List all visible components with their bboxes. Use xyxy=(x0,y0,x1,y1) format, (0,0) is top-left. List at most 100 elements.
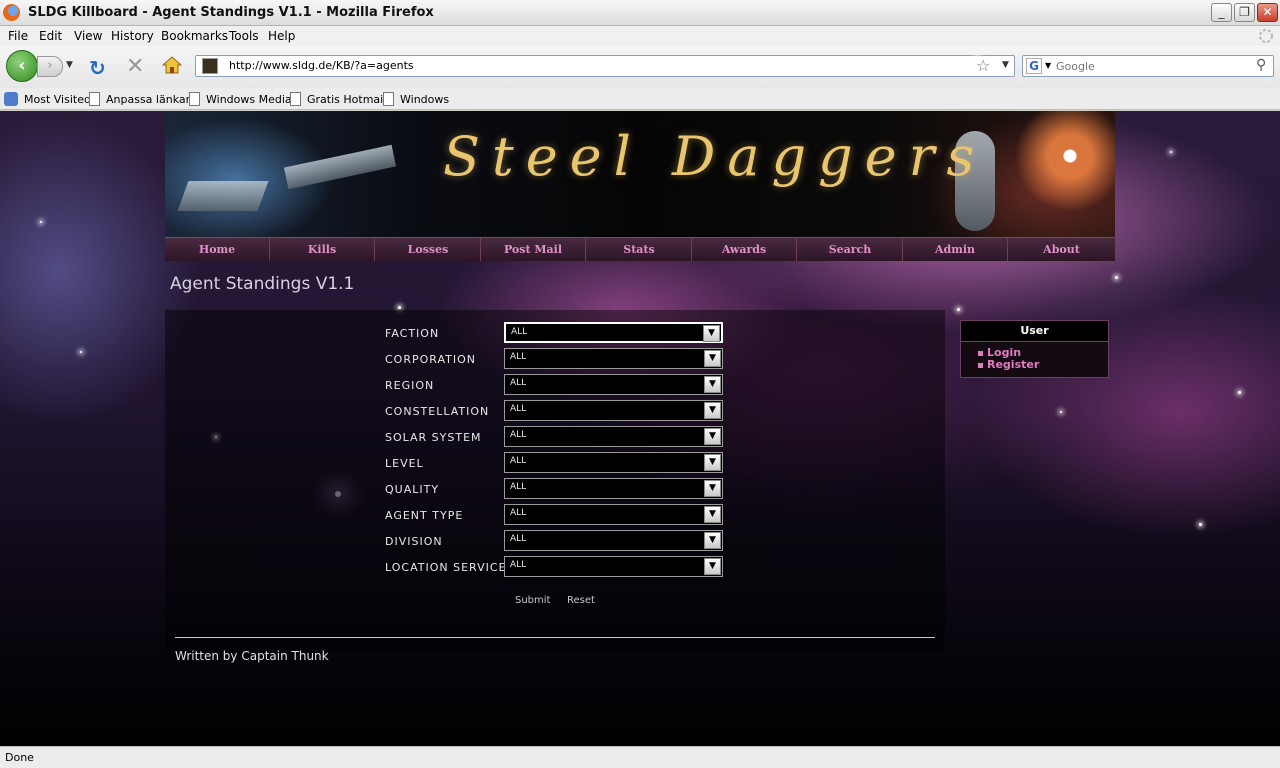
filter-label: QUALITY xyxy=(385,483,440,496)
close-button[interactable]: ✕ xyxy=(1257,3,1278,22)
select-value: ALL xyxy=(510,404,527,414)
chevron-down-icon[interactable]: ▼ xyxy=(704,558,721,575)
bookmark-windows-media[interactable]: Windows Media xyxy=(189,92,292,106)
page-icon xyxy=(290,92,301,106)
chevron-down-icon[interactable]: ▼ xyxy=(704,350,721,367)
bookmark-most-visited[interactable]: Most Visited xyxy=(4,92,91,106)
bookmark-label: Gratis Hotmail xyxy=(307,93,387,106)
filter-label: FACTION xyxy=(385,327,440,340)
page-icon xyxy=(189,92,200,106)
throbber-icon xyxy=(1259,29,1273,43)
filter-label: AGENT TYPE xyxy=(385,509,464,522)
engine-dropdown-icon[interactable]: ▼ xyxy=(1045,61,1051,70)
most-visited-icon xyxy=(4,92,18,106)
nav-kills[interactable]: Kills xyxy=(270,238,375,261)
nav-admin[interactable]: Admin xyxy=(903,238,1008,261)
menu-view[interactable]: View xyxy=(74,29,102,43)
nav-search[interactable]: Search xyxy=(798,238,903,261)
footer-credit: Written by Captain Thunk xyxy=(175,649,329,663)
menu-bar: File Edit View History Bookmarks Tools H… xyxy=(0,26,1280,46)
star-decoration xyxy=(1115,276,1118,279)
star-decoration xyxy=(1238,391,1241,394)
filter-label: LOCATION SERVICE xyxy=(385,561,507,574)
chevron-down-icon[interactable]: ▼ xyxy=(704,480,721,497)
menu-bookmarks[interactable]: Bookmarks xyxy=(161,29,228,43)
division-select[interactable]: ALL ▼ xyxy=(504,530,723,551)
history-dropdown-icon[interactable]: ▼ xyxy=(66,60,73,70)
forward-button[interactable]: › xyxy=(37,56,63,77)
nav-home[interactable]: Home xyxy=(165,238,270,261)
search-icon[interactable]: ⚲ xyxy=(1256,57,1266,73)
register-link[interactable]: Register xyxy=(987,358,1039,371)
chevron-down-icon[interactable]: ▼ xyxy=(704,454,721,471)
page-viewport[interactable]: Steel Daggers Home Kills Losses Post Mai… xyxy=(0,111,1280,746)
maximize-button[interactable]: ❐ xyxy=(1234,3,1255,22)
menu-help[interactable]: Help xyxy=(268,29,295,43)
reload-icon[interactable]: ↻ xyxy=(89,56,106,80)
menu-history[interactable]: History xyxy=(111,29,154,43)
select-value: ALL xyxy=(510,534,527,544)
menu-edit[interactable]: Edit xyxy=(39,29,62,43)
bullet-icon xyxy=(978,363,983,368)
quality-select[interactable]: ALL ▼ xyxy=(504,478,723,499)
search-box[interactable]: G ▼ ⚲ xyxy=(1022,55,1274,77)
back-button[interactable]: ‹ xyxy=(6,50,38,82)
page-title: Agent Standings V1.1 xyxy=(170,274,355,294)
select-value: ALL xyxy=(510,560,527,570)
location-service-select[interactable]: ALL ▼ xyxy=(504,556,723,577)
chevron-down-icon[interactable]: ▼ xyxy=(704,402,721,419)
chevron-down-icon[interactable]: ▼ xyxy=(703,325,720,342)
window-title: SLDG Killboard - Agent Standings V1.1 - … xyxy=(28,5,434,20)
filter-label: REGION xyxy=(385,379,435,392)
nav-awards[interactable]: Awards xyxy=(692,238,797,261)
address-bar[interactable]: http://www.sldg.de/KB/?a=agents ☆ ▼ xyxy=(195,55,1015,77)
site-favicon-icon xyxy=(202,58,218,74)
menu-tools[interactable]: Tools xyxy=(229,29,259,43)
bookmark-label: Windows Media xyxy=(206,93,292,106)
nav-losses[interactable]: Losses xyxy=(376,238,481,261)
bookmark-windows[interactable]: Windows xyxy=(383,92,449,106)
status-text: Done xyxy=(5,751,34,764)
solar-system-select[interactable]: ALL ▼ xyxy=(504,426,723,447)
stop-icon[interactable]: ✕ xyxy=(126,54,144,79)
region-select[interactable]: ALL ▼ xyxy=(504,374,723,395)
chevron-down-icon[interactable]: ▼ xyxy=(704,532,721,549)
star-decoration xyxy=(398,306,401,309)
select-value: ALL xyxy=(510,456,527,466)
agent-type-select[interactable]: ALL ▼ xyxy=(504,504,723,525)
menu-file[interactable]: File xyxy=(8,29,28,43)
page-icon xyxy=(89,92,100,106)
nav-stats[interactable]: Stats xyxy=(587,238,692,261)
select-value: ALL xyxy=(510,482,527,492)
google-engine-icon[interactable]: G xyxy=(1026,58,1042,74)
filter-label: SOLAR SYSTEM xyxy=(385,431,482,444)
search-input[interactable] xyxy=(1056,58,1251,74)
url-dropdown-icon[interactable]: ▼ xyxy=(1002,60,1009,70)
chevron-down-icon[interactable]: ▼ xyxy=(704,376,721,393)
level-select[interactable]: ALL ▼ xyxy=(504,452,723,473)
constellation-select[interactable]: ALL ▼ xyxy=(504,400,723,421)
reset-button[interactable]: Reset xyxy=(567,595,595,606)
bookmark-gratis-hotmail[interactable]: Gratis Hotmail xyxy=(290,92,386,106)
chevron-down-icon[interactable]: ▼ xyxy=(704,428,721,445)
minimize-button[interactable]: _ xyxy=(1211,3,1232,22)
navigation-toolbar: ‹ › ▼ ↻ ✕ http://www.sldg.de/KB/?a=agent… xyxy=(0,46,1280,88)
faction-select[interactable]: ALL ▼ xyxy=(504,322,723,343)
star-decoration xyxy=(1199,523,1202,526)
submit-button[interactable]: Submit xyxy=(515,595,550,606)
nav-about[interactable]: About xyxy=(1009,238,1114,261)
bookmark-anpassa-lankar[interactable]: Anpassa länkar xyxy=(89,92,190,106)
bookmark-star-icon[interactable]: ☆ xyxy=(976,56,990,75)
filter-label: CONSTELLATION xyxy=(385,405,490,418)
site-logo[interactable]: Steel Daggers xyxy=(443,125,986,188)
corporation-select[interactable]: ALL ▼ xyxy=(504,348,723,369)
select-value: ALL xyxy=(511,327,528,337)
url-text[interactable]: http://www.sldg.de/KB/?a=agents xyxy=(229,59,414,72)
select-value: ALL xyxy=(510,378,527,388)
select-value: ALL xyxy=(510,508,527,518)
chevron-down-icon[interactable]: ▼ xyxy=(704,506,721,523)
star-decoration xyxy=(1170,151,1172,153)
title-bar: SLDG Killboard - Agent Standings V1.1 - … xyxy=(0,0,1280,26)
nav-post-mail[interactable]: Post Mail xyxy=(481,238,586,261)
home-icon[interactable] xyxy=(162,55,182,75)
